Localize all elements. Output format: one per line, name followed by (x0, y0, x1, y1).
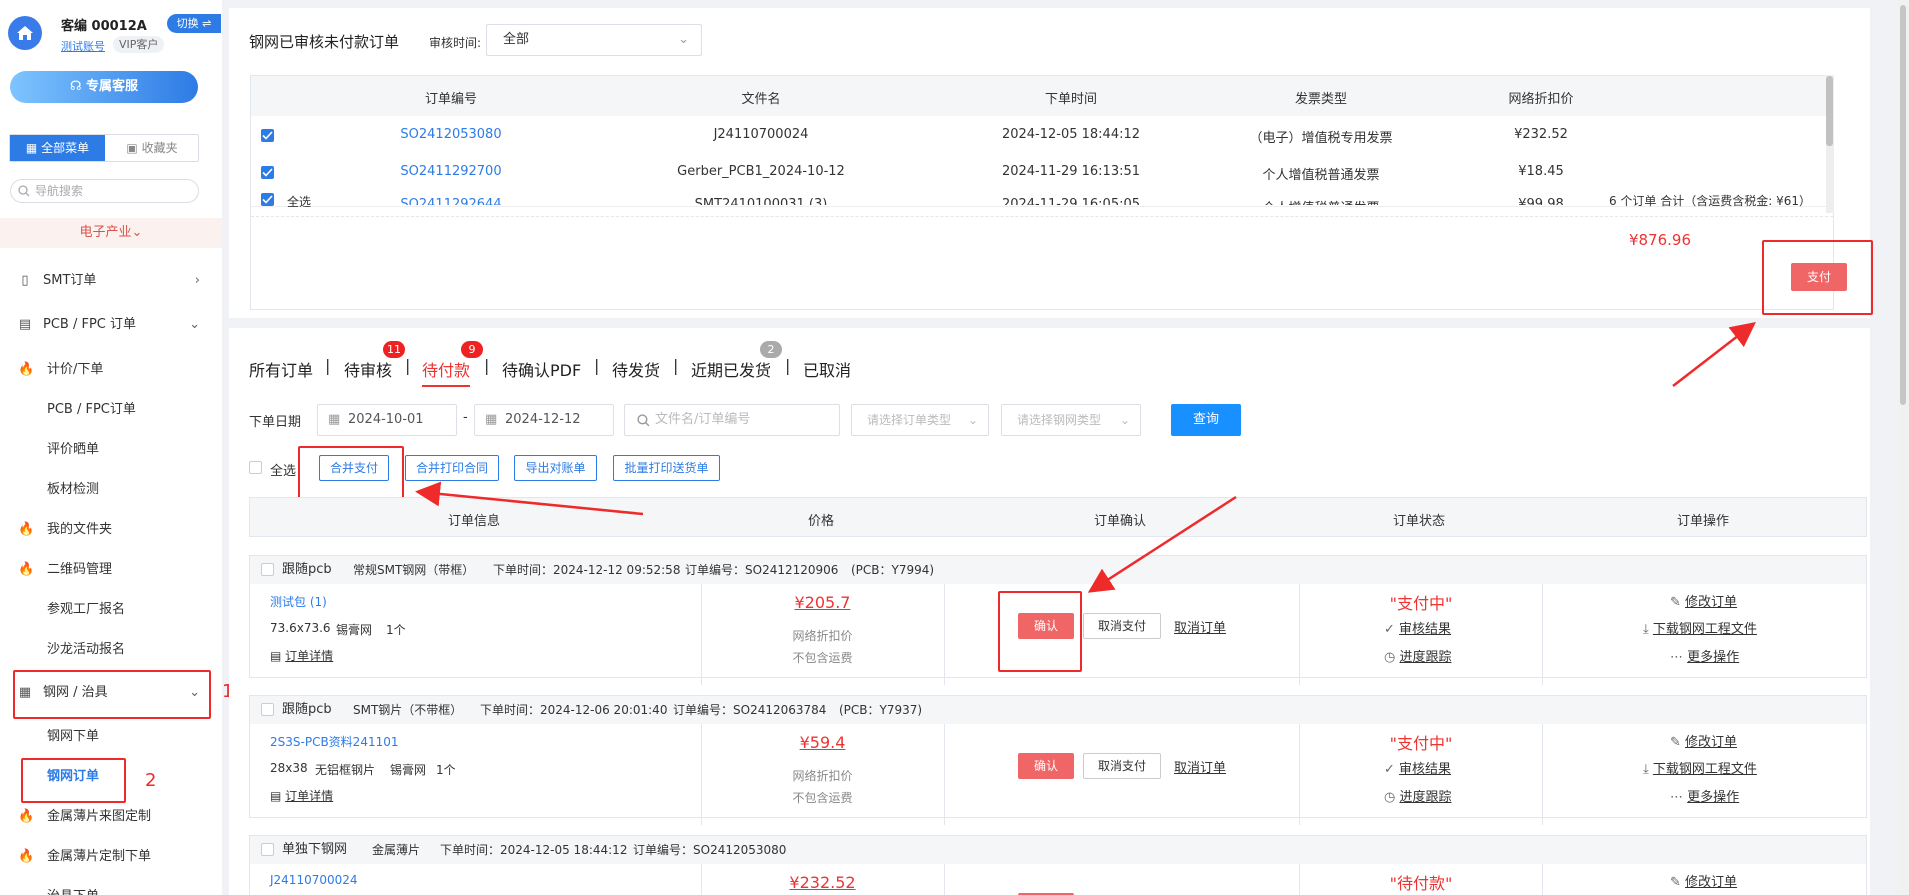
arrow-to-pay (1672, 321, 1756, 387)
page-scrollbar-thumb[interactable] (1900, 5, 1906, 405)
annotation-arrows (415, 321, 1756, 593)
arrow-to-merge-pay (415, 481, 644, 516)
arrow-to-confirm (1087, 495, 1237, 593)
